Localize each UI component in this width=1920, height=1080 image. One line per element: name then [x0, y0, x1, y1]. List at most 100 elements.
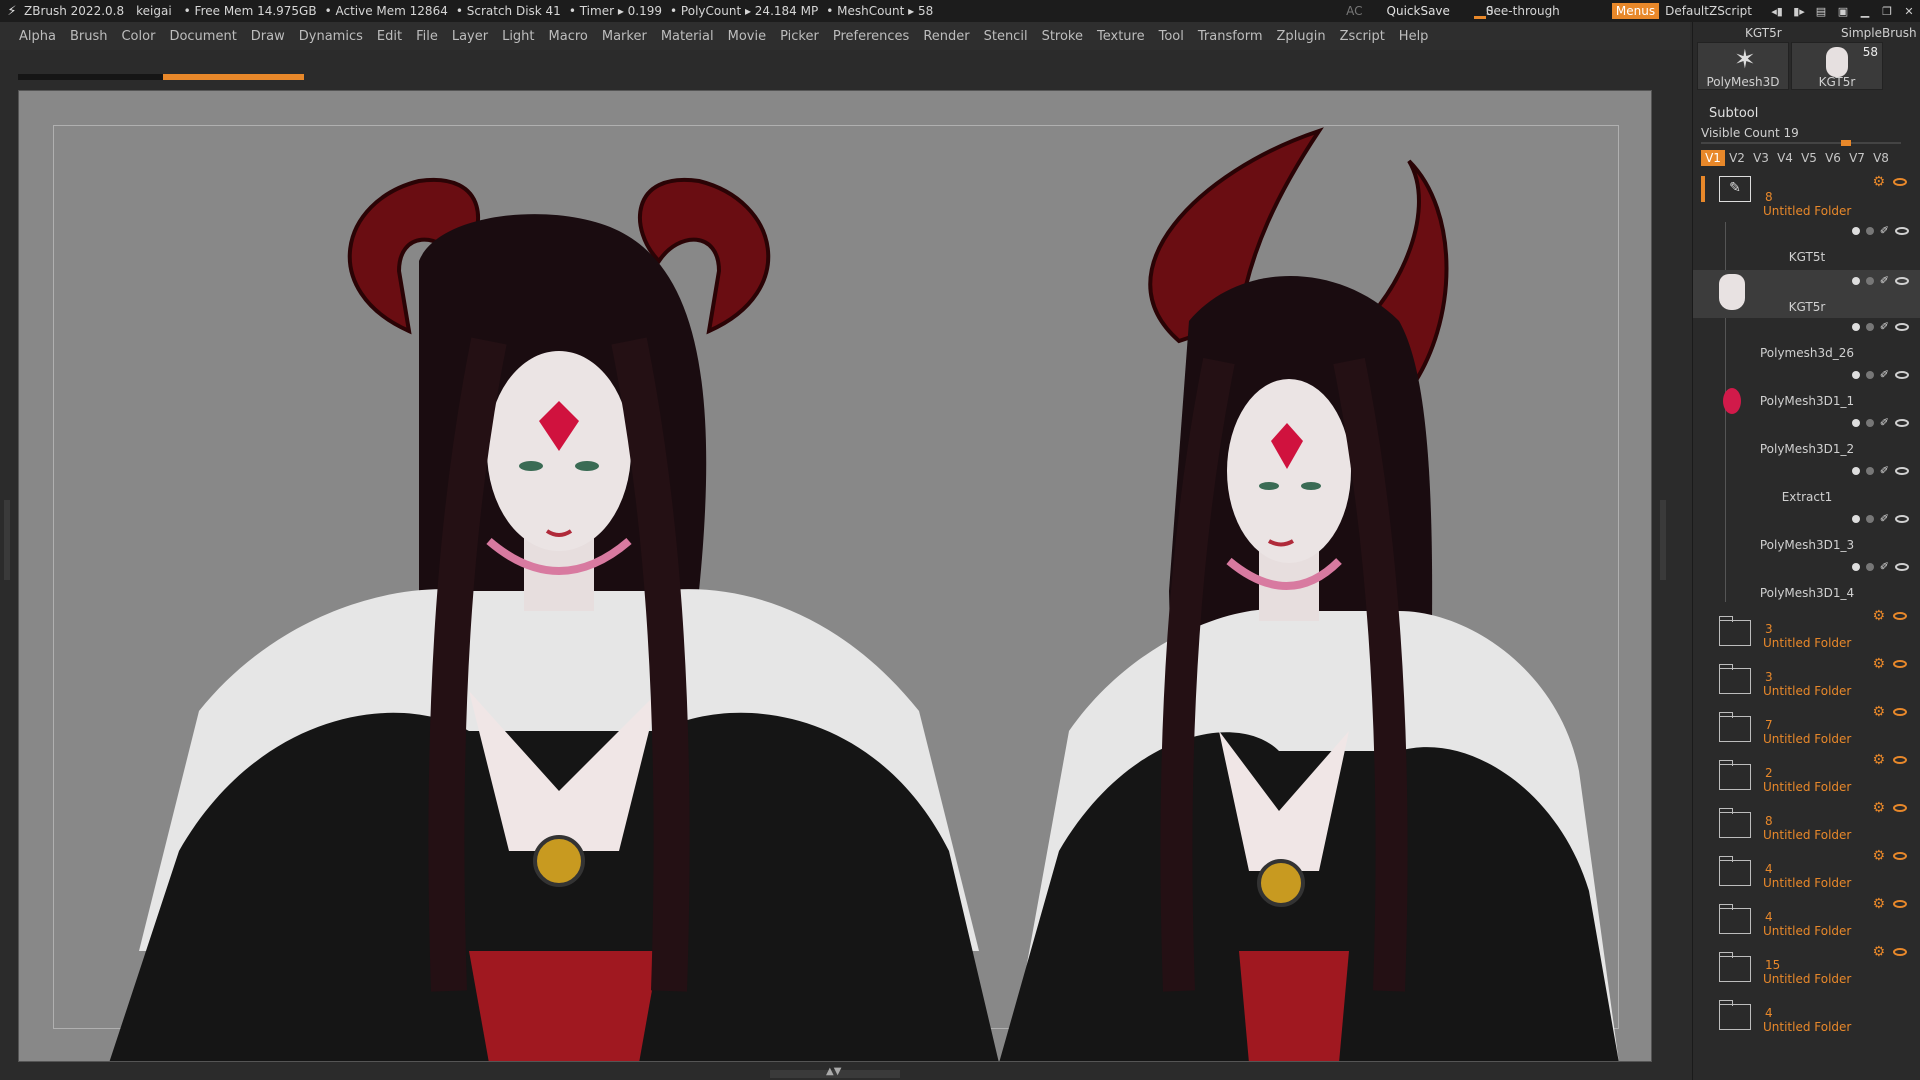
default-zscript-button[interactable]: DefaultZScript	[1665, 4, 1752, 18]
window-layout-icon[interactable]: ▣	[1832, 5, 1854, 18]
visibility-eye-icon[interactable]	[1893, 900, 1907, 908]
version-v6[interactable]: V6	[1821, 150, 1845, 166]
menu-draw[interactable]: Draw	[244, 29, 292, 44]
menu-light[interactable]: Light	[495, 29, 541, 44]
menu-picker[interactable]: Picker	[773, 29, 826, 44]
menu-preferences[interactable]: Preferences	[826, 29, 916, 44]
toggle-dot[interactable]	[1865, 514, 1874, 523]
subtool-folder[interactable]: 3 Untitled Folder ⚙	[1693, 608, 1920, 656]
version-v2[interactable]: V2	[1725, 150, 1749, 166]
right-tray-handle[interactable]	[1660, 500, 1666, 580]
visibility-eye-icon[interactable]	[1893, 948, 1907, 956]
brush-icon[interactable]: ✐	[1880, 320, 1889, 333]
toggle-dot[interactable]	[1851, 562, 1860, 571]
folder-name[interactable]: Untitled Folder	[1763, 684, 1851, 698]
menu-marker[interactable]: Marker	[595, 29, 654, 44]
brush-icon[interactable]: ✐	[1880, 464, 1889, 477]
folder-gear-icon[interactable]: ⚙	[1872, 608, 1885, 624]
ac-indicator[interactable]: AC	[1346, 4, 1362, 18]
subtool-folder[interactable]: 7 Untitled Folder ⚙	[1693, 704, 1920, 752]
version-v1[interactable]: V1	[1701, 150, 1725, 166]
folder-gear-icon[interactable]: ⚙	[1872, 174, 1885, 190]
minimize-icon[interactable]: ▁	[1854, 5, 1876, 18]
visibility-eye-icon[interactable]	[1893, 178, 1907, 186]
folder-name[interactable]: Untitled Folder	[1763, 876, 1851, 890]
folder-name[interactable]: Untitled Folder	[1763, 1020, 1851, 1034]
folder-name[interactable]: Untitled Folder	[1763, 636, 1851, 650]
menu-document[interactable]: Document	[162, 29, 243, 44]
menu-tool[interactable]: Tool	[1152, 29, 1191, 44]
folder-name[interactable]: Untitled Folder	[1763, 972, 1851, 986]
folder-name[interactable]: Untitled Folder	[1763, 780, 1851, 794]
folder-name[interactable]: Untitled Folder	[1763, 828, 1851, 842]
toggle-dot[interactable]	[1865, 562, 1874, 571]
menu-dynamics[interactable]: Dynamics	[292, 29, 370, 44]
see-through-slider[interactable]: See-through 0	[1473, 2, 1594, 20]
document-canvas[interactable]	[18, 90, 1652, 1062]
menu-edit[interactable]: Edit	[370, 29, 409, 44]
visibility-eye-icon[interactable]	[1895, 276, 1909, 285]
left-tray-handle[interactable]	[4, 500, 10, 580]
folder-name[interactable]: Untitled Folder	[1763, 204, 1851, 218]
folder-gear-icon[interactable]: ⚙	[1872, 944, 1885, 960]
brush-icon[interactable]: ✐	[1880, 560, 1889, 573]
visibility-eye-icon[interactable]	[1895, 226, 1909, 235]
menu-layer[interactable]: Layer	[445, 29, 495, 44]
subtool-row[interactable]: ✐ KGT5t	[1693, 222, 1920, 270]
subtool-row[interactable]: ✐ PolyMesh3D1_1	[1693, 366, 1920, 414]
ui-layout-icon[interactable]: ▤	[1810, 5, 1832, 18]
folder-gear-icon[interactable]: ⚙	[1872, 896, 1885, 912]
brush-icon[interactable]: ✐	[1880, 368, 1889, 381]
toggle-dot[interactable]	[1865, 466, 1874, 475]
tool-thumb-kgt5r[interactable]: 58 KGT5r	[1791, 42, 1883, 90]
subtool-folder[interactable]: 15 Untitled Folder ⚙	[1693, 944, 1920, 992]
toggle-dot[interactable]	[1865, 370, 1874, 379]
subtool-folder[interactable]: 8 Untitled Folder ⚙	[1693, 800, 1920, 848]
subtool-folder[interactable]: 2 Untitled Folder ⚙	[1693, 752, 1920, 800]
menu-help[interactable]: Help	[1392, 29, 1436, 44]
layout-left-icon[interactable]: ◂▮	[1766, 5, 1788, 18]
visibility-eye-icon[interactable]	[1895, 562, 1909, 571]
subtool-row[interactable]: ✐ PolyMesh3D1_2	[1693, 414, 1920, 462]
subtool-folder[interactable]: 4 Untitled Folder ⚙	[1693, 848, 1920, 896]
brush-icon[interactable]: ✐	[1880, 274, 1889, 287]
folder-name[interactable]: Untitled Folder	[1763, 732, 1851, 746]
menu-macro[interactable]: Macro	[542, 29, 595, 44]
toggle-dot[interactable]	[1865, 418, 1874, 427]
bottom-tray-handle[interactable]: ▲▼	[770, 1066, 900, 1078]
toggle-dot[interactable]	[1851, 370, 1860, 379]
subtool-folder-open[interactable]: ✎ 8 Untitled Folder ⚙	[1693, 172, 1920, 220]
folder-gear-icon[interactable]: ⚙	[1872, 752, 1885, 768]
menu-stencil[interactable]: Stencil	[977, 29, 1035, 44]
visibility-eye-icon[interactable]	[1893, 756, 1907, 764]
brush-icon[interactable]: ✐	[1880, 224, 1889, 237]
menu-transform[interactable]: Transform	[1191, 29, 1270, 44]
subtool-row-selected[interactable]: ✐ KGT5r	[1693, 270, 1920, 318]
subtool-folder[interactable]: 4 Untitled Folder	[1693, 992, 1920, 1040]
version-v4[interactable]: V4	[1773, 150, 1797, 166]
menu-stroke[interactable]: Stroke	[1035, 29, 1090, 44]
version-v5[interactable]: V5	[1797, 150, 1821, 166]
close-icon[interactable]: ✕	[1898, 5, 1920, 18]
layout-right-icon[interactable]: ▮▸	[1788, 5, 1810, 18]
toggle-dot[interactable]	[1851, 322, 1860, 331]
menu-render[interactable]: Render	[916, 29, 976, 44]
menu-color[interactable]: Color	[114, 29, 162, 44]
subtool-title[interactable]: Subtool	[1709, 106, 1758, 121]
toggle-dot[interactable]	[1851, 418, 1860, 427]
version-v8[interactable]: V8	[1869, 150, 1893, 166]
toggle-dot[interactable]	[1851, 276, 1860, 285]
version-v7[interactable]: V7	[1845, 150, 1869, 166]
toggle-dot[interactable]	[1851, 466, 1860, 475]
visibility-eye-icon[interactable]	[1895, 514, 1909, 523]
visibility-eye-icon[interactable]	[1893, 708, 1907, 716]
menu-alpha[interactable]: Alpha	[12, 29, 63, 44]
subtool-folder[interactable]: 3 Untitled Folder ⚙	[1693, 656, 1920, 704]
folder-gear-icon[interactable]: ⚙	[1872, 704, 1885, 720]
subtool-row[interactable]: ✐ PolyMesh3D1_4	[1693, 558, 1920, 606]
menu-zscript[interactable]: Zscript	[1333, 29, 1392, 44]
visibility-eye-icon[interactable]	[1895, 466, 1909, 475]
visibility-eye-icon[interactable]	[1893, 852, 1907, 860]
visibility-eye-icon[interactable]	[1893, 660, 1907, 668]
slider-knob[interactable]	[1841, 140, 1851, 146]
